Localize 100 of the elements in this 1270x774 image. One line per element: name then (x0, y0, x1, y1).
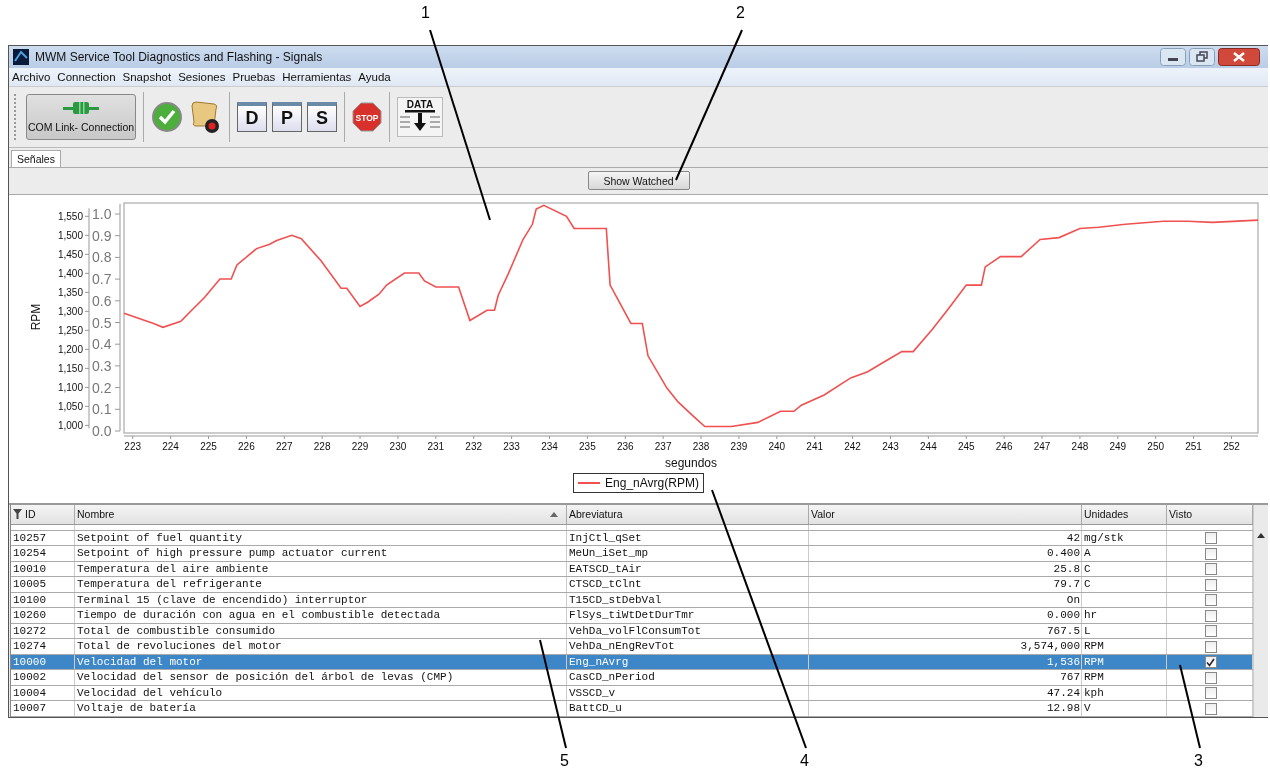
checkbox[interactable] (1204, 532, 1217, 545)
table-row[interactable]: 10260 Tiempo de duración con agua en el combustible detectada FlSys_tiWtDetDurTmr 0.000 hr (11, 608, 1253, 624)
table-cell: Setpoint of fuel quantity (75, 531, 567, 546)
callout-number: 3 (1194, 752, 1203, 770)
x-tick-label: 250 (1146, 440, 1164, 452)
tab[interactable]: Señales (11, 149, 61, 167)
checkbox[interactable] (1204, 640, 1217, 653)
checkbox[interactable] (1204, 625, 1217, 638)
checkbox[interactable] (1204, 563, 1217, 576)
table-cell: 10000 (11, 655, 75, 670)
checkbox[interactable] (1204, 547, 1217, 560)
x-tick-label: 234 (540, 440, 558, 452)
x-tick-label: 238 (692, 440, 709, 452)
checkbox[interactable] (1204, 609, 1217, 622)
table-cell: MeUn_iSet_mp (567, 546, 809, 561)
connector-icon (61, 100, 101, 115)
menu-item[interactable]: Snapshot (121, 70, 173, 83)
table-cell: FlSys_tiWtDetDurTmr (567, 608, 809, 623)
menu-item[interactable]: Herramientas (281, 70, 353, 83)
table-cell: C (1082, 562, 1167, 577)
table-cell: 10257 (11, 531, 75, 546)
table-row[interactable]: 10272 Total de combustible consumido VehDa_volFlConsumTot 767.5 L (11, 624, 1253, 640)
table-cell: VehDa_volFlConsumTot (567, 624, 809, 639)
toolbar-grip-icon[interactable] (13, 91, 17, 142)
column-header[interactable]: ID (11, 505, 75, 524)
table-row[interactable]: 10274 Total de revoluciones del motor VehDa_nEngRevTot 3,574,000 RPM (11, 639, 1253, 655)
checkbox[interactable] (1204, 671, 1217, 684)
x-tick-label: 251 (1184, 440, 1202, 452)
table-cell: VSSCD_v (567, 686, 809, 701)
stop-sign-icon[interactable]: STOP (352, 101, 382, 132)
table-cell: Eng_nAvrg (567, 655, 809, 670)
checkbox[interactable] (1204, 594, 1217, 607)
data-download-icon[interactable]: DATA (397, 96, 443, 137)
y-tick-label: 1,300 (57, 306, 83, 317)
restore-icon[interactable] (1189, 47, 1215, 66)
table-row[interactable]: 10005 Temperatura del refrigerante CTSCD_tClnt 79.7 C (11, 577, 1253, 593)
scroll-icon[interactable] (188, 99, 222, 134)
filter-icon[interactable] (13, 509, 22, 520)
menu-item[interactable]: Pruebas (231, 70, 277, 83)
y-tick-label: 1,500 (57, 230, 83, 241)
scrollbar[interactable] (1253, 505, 1268, 717)
x-tick-label: 246 (995, 440, 1012, 452)
x-tick-label: 227 (275, 440, 293, 452)
checkbox[interactable] (1204, 656, 1217, 669)
x-tick-label: 235 (578, 440, 596, 452)
scroll-up-icon[interactable] (1257, 533, 1265, 538)
y-tick-label: 0.6 (91, 292, 111, 309)
table-row[interactable]: 10010 Temperatura del aire ambiente EATSCD_tAir 25.8 C (11, 562, 1253, 578)
table-cell: 10010 (11, 562, 75, 577)
x-tick-label: 224 (161, 440, 179, 452)
table-cell: 79.7 (809, 577, 1082, 592)
table-cell: BattCD_u (567, 701, 809, 716)
table-row[interactable]: 10257 Setpoint of fuel quantity InjCtl_qSet 42 mg/stk (11, 531, 1253, 547)
x-tick-label: 241 (805, 440, 823, 452)
checkbox[interactable] (1204, 702, 1217, 715)
column-header[interactable]: Valor (809, 505, 1082, 524)
x-tick-label: 240 (767, 440, 785, 452)
letter-button[interactable]: P (272, 101, 302, 132)
column-header[interactable]: Unidades (1082, 505, 1167, 524)
legend-label: Eng_nAvrg(RPM) (605, 475, 699, 490)
show-watched-button[interactable]: Show Watched (587, 171, 690, 191)
table-row[interactable]: 10100 Terminal 15 (clave de encendido) interruptor T15CD_stDebVal On (11, 593, 1253, 609)
table-row[interactable]: 10254 Setpoint of high pressure pump actuator current MeUn_iSet_mp 0.400 A (11, 546, 1253, 562)
table-cell: 10272 (11, 624, 75, 639)
sort-ascending-icon[interactable] (550, 512, 558, 517)
table-cell: 0.400 (809, 546, 1082, 561)
callout-number: 5 (560, 752, 569, 770)
menu-item[interactable]: Archivo (11, 70, 52, 83)
table-cell: 10005 (11, 577, 75, 592)
table-cell: Temperatura del refrigerante (75, 577, 567, 592)
column-header[interactable]: Nombre (75, 505, 567, 524)
y-tick-label: 1,200 (57, 344, 83, 356)
table-cell: InjCtl_qSet (567, 531, 809, 546)
table-row[interactable]: 10002 Velocidad del sensor de posición del árbol de levas (CMP) CasCD_nPeriod 767 RPM (11, 670, 1253, 686)
table-cell: Setpoint of high pressure pump actuator current (75, 546, 567, 561)
y-axis-label: RPM (28, 303, 43, 330)
y-tick-label: 0.3 (91, 357, 111, 374)
checkbox[interactable] (1204, 687, 1217, 700)
table-row[interactable]: 10007 Voltaje de batería BattCD_u 12.98 V (11, 701, 1253, 717)
x-tick-label: 243 (881, 440, 899, 452)
checkmark-icon[interactable] (151, 100, 183, 133)
table-cell: 767 (809, 670, 1082, 685)
table-cell: RPM (1082, 670, 1167, 685)
menu-item[interactable]: Connection (56, 70, 117, 83)
table-cell: 10260 (11, 608, 75, 623)
menu-item[interactable]: Ayuda (357, 70, 392, 83)
table-cell: VehDa_nEngRevTot (567, 639, 809, 654)
table-row[interactable]: 10004 Velocidad del vehículo VSSCD_v 47.24 kph (11, 686, 1253, 702)
menu-item[interactable]: Sesiones (177, 70, 227, 83)
y-tick-label: 0.4 (91, 335, 111, 352)
close-icon[interactable] (1218, 47, 1260, 66)
letter-button[interactable]: D (237, 101, 267, 132)
table-cell: 3,574,000 (809, 639, 1082, 654)
minimize-icon[interactable] (1160, 47, 1186, 66)
letter-button[interactable]: S (307, 101, 337, 132)
table-cell: 25.8 (809, 562, 1082, 577)
column-header[interactable]: Abreviatura (567, 505, 809, 524)
checkbox[interactable] (1204, 578, 1217, 591)
com-link-connection-button[interactable]: COM Link- Connection (26, 93, 136, 140)
callout-number: 2 (736, 4, 745, 22)
